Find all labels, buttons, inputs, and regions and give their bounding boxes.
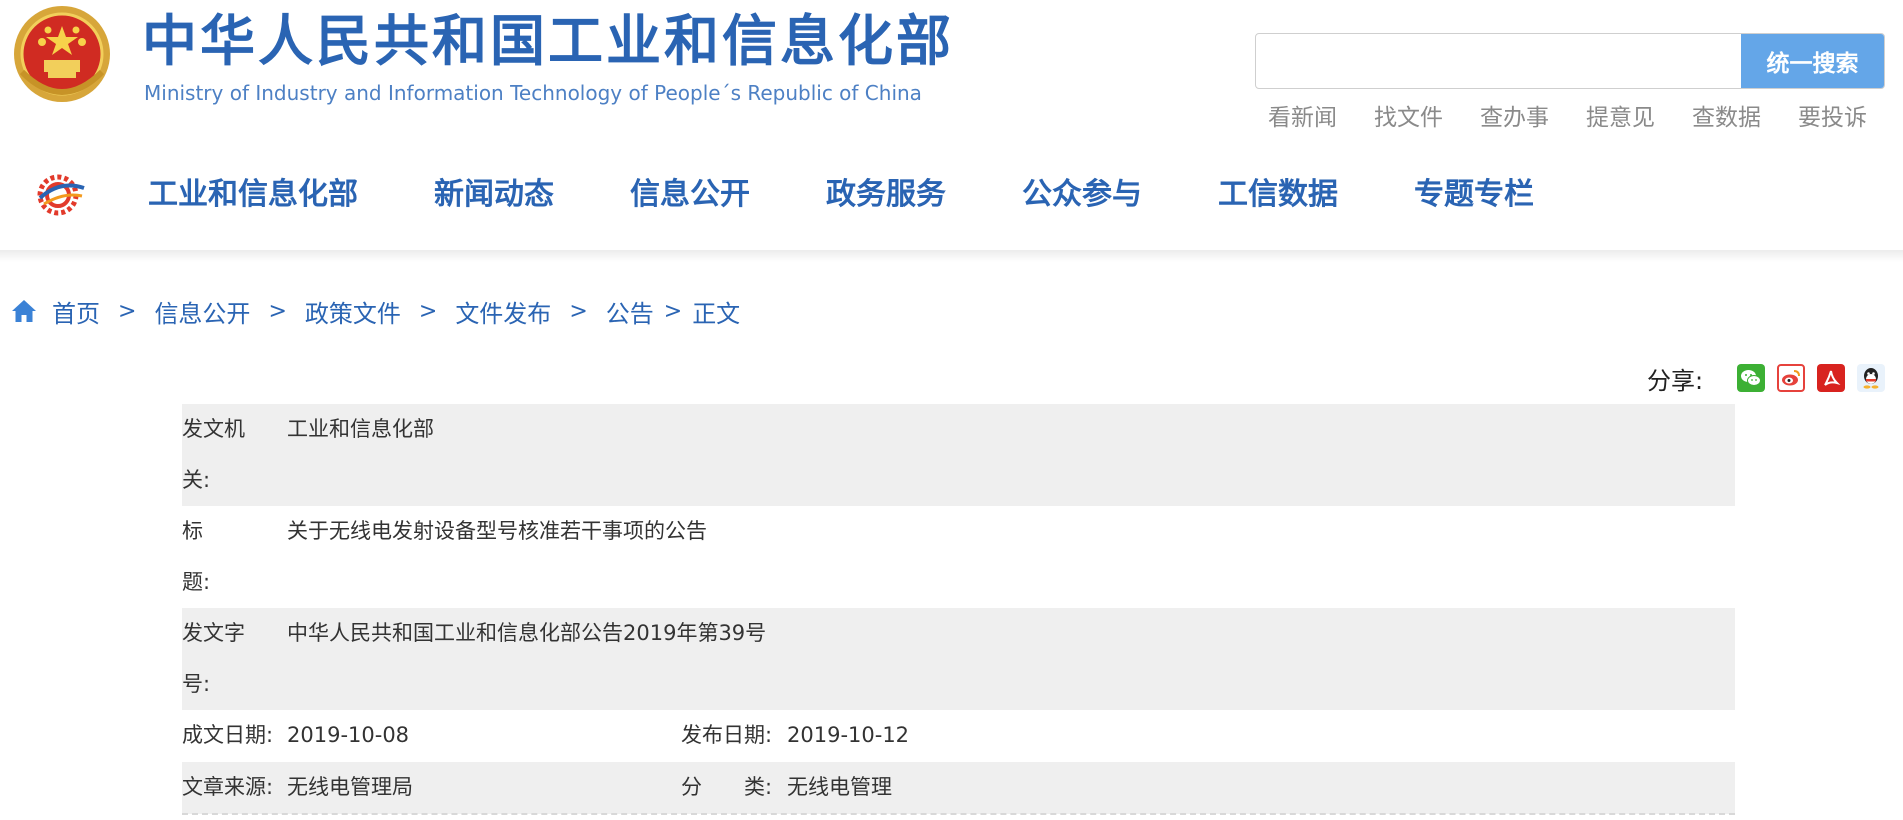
nav-item-info-public[interactable]: 信息公开 — [630, 172, 750, 218]
meta-value-title: 关于无线电发射设备型号核准若干事项的公告 — [287, 519, 707, 543]
meta-value-issuer: 工业和信息化部 — [287, 417, 434, 441]
nav-item-news[interactable]: 新闻动态 — [434, 172, 554, 218]
nav-item-gov-services[interactable]: 政务服务 — [826, 172, 946, 218]
meta-label-source: 文章来源: — [182, 775, 274, 799]
meta-value-publish-date: 2019-10-12 — [787, 723, 910, 747]
meta-row-dates: 成文日期: 2019-10-08 发布日期: 2019-10-12 — [182, 710, 1735, 762]
main-nav: 工业和信息化部 新闻动态 信息公开 政务服务 公众参与 工信数据 专题专栏 — [0, 152, 1903, 232]
national-emblem-logo[interactable] — [8, 2, 116, 110]
wechat-icon[interactable] — [1737, 364, 1766, 392]
breadcrumb: 首页 > 信息公开 > 政策文件 > 文件发布 > 公告 > 正文 — [10, 291, 740, 331]
breadcrumb-separator: > — [418, 298, 438, 324]
miit-logo-icon[interactable] — [34, 172, 86, 218]
breadcrumb-separator: > — [268, 298, 287, 324]
quick-link-feedback[interactable]: 提意见 — [1586, 101, 1655, 135]
meta-label-issuer: 发文机 关: — [182, 417, 245, 492]
quick-link-files[interactable]: 找文件 — [1374, 101, 1443, 135]
meta-label-title: 标 题: — [182, 519, 211, 594]
quick-link-complaint[interactable]: 要投诉 — [1798, 101, 1867, 135]
share-bar: 分享: — [1647, 358, 1897, 398]
breadcrumb-separator: > — [663, 298, 683, 324]
quick-link-news[interactable]: 看新闻 — [1268, 101, 1337, 135]
breadcrumb-separator: > — [118, 298, 137, 324]
site-subtitle: Ministry of Industry and Information Tec… — [144, 81, 922, 105]
quick-links: 看新闻 找文件 查办事 提意见 查数据 要投诉 — [1268, 101, 1903, 135]
meta-value-source: 无线电管理局 — [287, 775, 413, 799]
meta-value-doc-number: 中华人民共和国工业和信息化部公告2019年第39号 — [287, 621, 767, 645]
breadcrumb-doc-release[interactable]: 文件发布 — [455, 294, 551, 329]
search-input[interactable] — [1256, 34, 1741, 88]
meta-value-category: 无线电管理 — [787, 775, 892, 799]
quick-link-data[interactable]: 查数据 — [1692, 101, 1761, 135]
meta-label-publish-date: 发布日期: — [681, 723, 773, 747]
nav-divider — [0, 250, 1903, 262]
qq-icon[interactable] — [1857, 364, 1886, 392]
site-header: 中华人民共和国工业和信息化部 Ministry of Industry and … — [0, 0, 1903, 131]
meta-label-written-date: 成文日期: — [182, 723, 274, 747]
weibo-icon[interactable] — [1777, 364, 1806, 392]
home-icon[interactable] — [10, 297, 38, 325]
document-meta-table: 发文机 关: 工业和信息化部 标 题: 关于无线电发射设备型号核准若干事项的公告… — [182, 404, 1735, 814]
meta-row-source: 文章来源: 无线电管理局 分 类: 无线电管理 — [182, 762, 1735, 814]
site-title[interactable]: 中华人民共和国工业和信息化部 — [142, 6, 954, 76]
meta-label-doc-number: 发文字 号: — [182, 621, 245, 696]
quick-link-services[interactable]: 查办事 — [1480, 101, 1549, 135]
meta-row-doc-number: 发文字 号: 中华人民共和国工业和信息化部公告2019年第39号 — [182, 608, 1735, 710]
breadcrumb-announcement[interactable]: 公告 — [606, 294, 654, 329]
meta-row-title: 标 题: 关于无线电发射设备型号核准若干事项的公告 — [182, 506, 1735, 608]
meta-label-category: 分 类: — [681, 775, 773, 799]
nav-item-data[interactable]: 工信数据 — [1218, 172, 1338, 218]
breadcrumb-separator: > — [569, 298, 588, 324]
nav-item-miit[interactable]: 工业和信息化部 — [148, 172, 358, 218]
pdf-icon[interactable] — [1817, 364, 1846, 392]
breadcrumb-info-public[interactable]: 信息公开 — [154, 294, 250, 329]
share-label: 分享: — [1647, 366, 1704, 395]
nav-item-public-participation[interactable]: 公众参与 — [1022, 172, 1142, 218]
meta-divider — [182, 813, 1735, 815]
search-box: 统一搜索 — [1255, 33, 1885, 89]
meta-value-written-date: 2019-10-08 — [287, 723, 410, 747]
breadcrumb-current: 正文 — [692, 299, 741, 328]
nav-item-special-topics[interactable]: 专题专栏 — [1414, 172, 1534, 218]
breadcrumb-home[interactable]: 首页 — [52, 294, 100, 329]
meta-row-issuer: 发文机 关: 工业和信息化部 — [182, 404, 1735, 506]
search-button[interactable]: 统一搜索 — [1741, 34, 1884, 88]
breadcrumb-policy-docs[interactable]: 政策文件 — [305, 294, 401, 329]
